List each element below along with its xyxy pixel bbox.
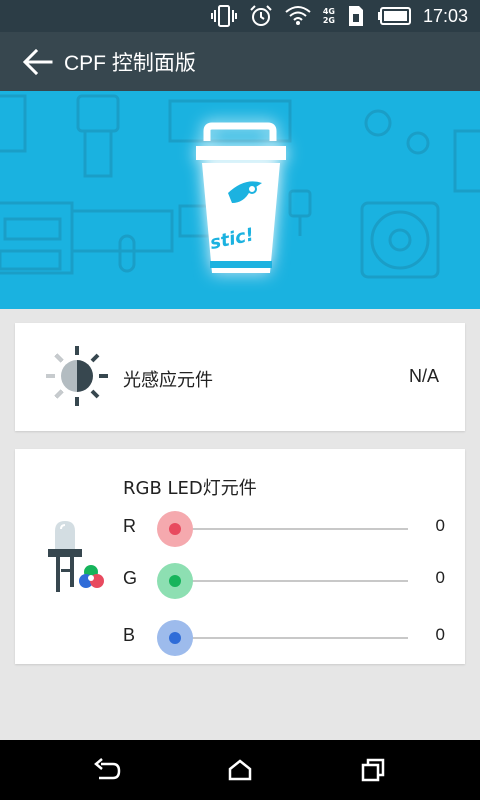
cell-signal-icon: 4G 2G <box>323 7 335 25</box>
back-nav-icon <box>93 758 120 780</box>
slider-thumb-dot-b <box>169 632 181 644</box>
slider-label-r: R <box>123 516 136 536</box>
status-bar: 4G 2G 17:03 <box>0 0 480 32</box>
slider-thumb-r[interactable] <box>157 511 193 547</box>
light-sensor-icon <box>46 346 108 406</box>
nav-back-button[interactable] <box>72 740 142 800</box>
alarm-icon <box>249 5 273 27</box>
home-icon <box>228 759 252 781</box>
light-sensor-value: N/A <box>408 366 439 386</box>
banner: stic! <box>0 91 480 309</box>
sim-icon <box>347 5 365 27</box>
page-title: CPF 控制面版 <box>64 51 196 75</box>
slider-thumb-dot-g <box>169 575 181 587</box>
slider-value-g: 0 <box>435 568 445 587</box>
slider-row-r: R 0 <box>123 508 453 548</box>
clock: 17:03 <box>422 5 468 26</box>
wifi-icon <box>285 5 311 27</box>
light-sensor-card: 光感应元件 N/A <box>15 323 465 431</box>
signal-4g-label: 4G <box>322 7 335 16</box>
slider-thumb-g[interactable] <box>157 563 193 599</box>
slider-track-g[interactable] <box>173 580 408 582</box>
slider-row-g: G 0 <box>123 560 453 600</box>
slider-track-b[interactable] <box>173 637 408 639</box>
light-sensor-label: 光感应元件 <box>123 370 213 391</box>
nav-bar <box>0 740 480 800</box>
banner-illustration: stic! <box>0 94 480 279</box>
rgb-led-card: RGB LED灯元件 R 0 G 0 B 0 <box>15 449 465 664</box>
slider-value-r: 0 <box>435 516 445 535</box>
signal-2g-label: 2G <box>322 16 335 25</box>
arrow-left-icon <box>23 48 53 75</box>
app-bar: CPF 控制面版 <box>0 32 480 91</box>
slider-value-b: 0 <box>435 625 445 644</box>
cup-icon: stic! <box>196 122 286 273</box>
battery-icon <box>377 7 411 25</box>
vibrate-icon <box>210 5 237 27</box>
slider-label-g: G <box>123 568 138 588</box>
led-icon <box>48 521 104 592</box>
slider-track-r[interactable] <box>173 528 408 530</box>
nav-recents-button[interactable] <box>338 740 408 800</box>
slider-row-b: B 0 <box>123 617 453 657</box>
nav-home-button[interactable] <box>205 740 275 800</box>
slider-label-b: B <box>123 625 136 645</box>
rgb-led-title: RGB LED灯元件 <box>123 478 257 499</box>
recents-icon <box>362 758 385 782</box>
slider-thumb-b[interactable] <box>157 620 193 656</box>
slider-thumb-dot-r <box>169 523 181 535</box>
